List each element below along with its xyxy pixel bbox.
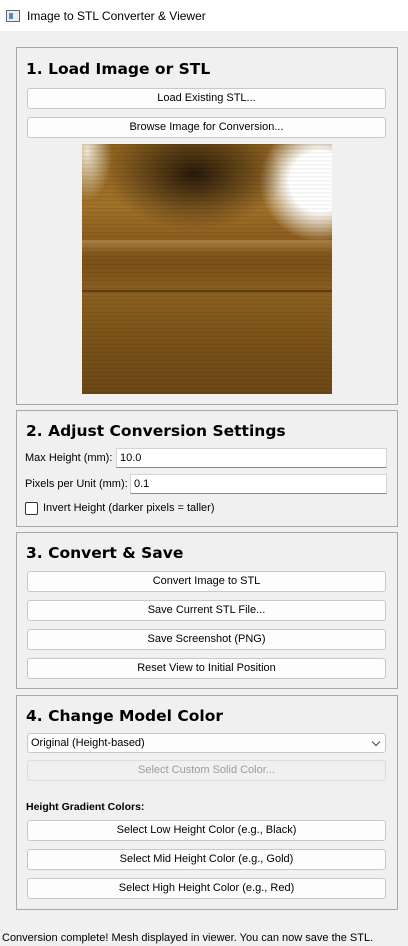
title-bar: Image to STL Converter & Viewer [0,0,408,31]
max-height-field[interactable]: 10.0 [116,448,387,468]
settings-section: 2. Adjust Conversion Settings Max Height… [16,410,398,527]
status-bar: Conversion complete! Mesh displayed in v… [2,932,374,944]
pixels-per-unit-label: Pixels per Unit (mm): [25,478,128,490]
color-section: 4. Change Model Color Original (Height-b… [16,695,398,910]
browse-image-button[interactable]: Browse Image for Conversion... [27,117,386,138]
reset-view-button[interactable]: Reset View to Initial Position [27,658,386,679]
image-preview [82,144,332,394]
mid-color-button[interactable]: Select Mid Height Color (e.g., Gold) [27,849,386,870]
invert-height-checkbox[interactable] [25,502,38,515]
custom-color-button[interactable]: Select Custom Solid Color... [27,760,386,781]
save-screenshot-button[interactable]: Save Screenshot (PNG) [27,629,386,650]
load-section: 1. Load Image or STL Load Existing STL..… [16,47,398,405]
window-title: Image to STL Converter & Viewer [27,8,206,23]
load-stl-button[interactable]: Load Existing STL... [27,88,386,109]
convert-button[interactable]: Convert Image to STL [27,571,386,592]
settings-section-heading: 2. Adjust Conversion Settings [26,422,286,440]
invert-height-label[interactable]: Invert Height (darker pixels = taller) [43,502,214,514]
max-height-label: Max Height (mm): [25,452,113,464]
color-mode-select[interactable]: Original (Height-based) [27,733,386,753]
chevron-down-icon [371,737,381,747]
pixels-per-unit-field[interactable]: 0.1 [130,474,387,494]
gradient-colors-heading: Height Gradient Colors: [26,801,145,813]
app-window-icon [6,9,20,22]
load-section-heading: 1. Load Image or STL [26,60,211,78]
color-section-heading: 4. Change Model Color [26,707,223,725]
convert-section: 3. Convert & Save Convert Image to STL S… [16,532,398,689]
low-color-button[interactable]: Select Low Height Color (e.g., Black) [27,820,386,841]
convert-section-heading: 3. Convert & Save [26,544,184,562]
color-mode-value: Original (Height-based) [31,737,145,749]
high-color-button[interactable]: Select High Height Color (e.g., Red) [27,878,386,899]
save-stl-button[interactable]: Save Current STL File... [27,600,386,621]
